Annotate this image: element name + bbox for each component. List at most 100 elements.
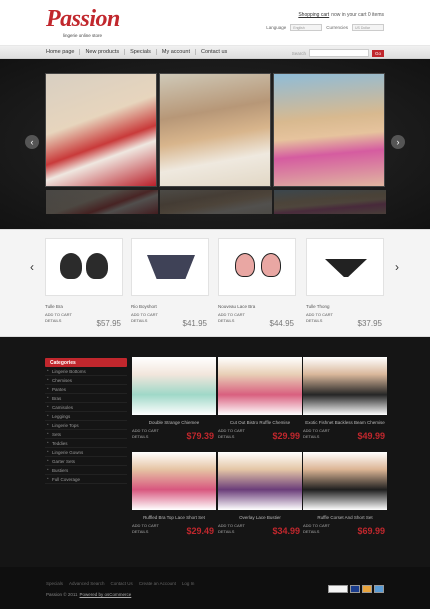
slide-image[interactable] xyxy=(45,73,158,214)
copyright-text: Passion © 2011 xyxy=(46,592,78,597)
grid-product-image[interactable] xyxy=(132,357,216,415)
product-price: $57.95 xyxy=(96,319,121,328)
product-name[interactable]: Rio Boyshort xyxy=(131,304,209,309)
hero-slider: ‹ › xyxy=(0,59,430,229)
category-item[interactable]: Garter Sets xyxy=(45,457,127,466)
slide-reflection xyxy=(46,190,158,214)
nav-item-my-account[interactable]: My account xyxy=(157,49,196,55)
product-image[interactable] xyxy=(306,238,384,296)
footer-link-create-account[interactable]: Create an Account xyxy=(139,581,176,586)
cart-status: Shopping cart now in your cart 0 items xyxy=(298,12,384,18)
category-item[interactable]: Sets xyxy=(45,430,127,439)
mastercard-icon xyxy=(362,585,372,593)
grid-product-card: Exotic Fishnet Backless Beam Chemise ADD… xyxy=(303,357,387,441)
carousel-prev-icon[interactable]: ‹ xyxy=(30,260,34,274)
grid-product-card: Ruffled Bra Top Lace Short Set ADD TO CA… xyxy=(132,452,216,536)
footer-link-specials[interactable]: Specials xyxy=(46,581,63,586)
grid-product-name[interactable]: Ruffled Bra Top Lace Short Set xyxy=(132,515,216,520)
category-item[interactable]: Full Coverage xyxy=(45,475,127,484)
search-bar: Search Go xyxy=(292,49,384,57)
nav-item-contact-us[interactable]: Contact us xyxy=(196,49,232,55)
product-price: $44.95 xyxy=(269,319,294,328)
product-price: $37.95 xyxy=(357,319,382,328)
cart-status-text: now in your cart 0 items xyxy=(331,12,384,18)
grid-product-name[interactable]: Ruffle Corset And Short Set xyxy=(303,515,387,520)
slide-reflection xyxy=(160,190,272,214)
currency-select[interactable]: US Dollar xyxy=(352,24,384,31)
nav-item-new-products[interactable]: New products xyxy=(80,49,126,55)
copyright: Passion © 2011 Powered by osCommerce xyxy=(46,592,131,597)
chevron-left-icon[interactable]: ‹ xyxy=(25,135,39,149)
carousel-next-icon[interactable]: › xyxy=(395,260,399,274)
category-item[interactable]: Lingerie Tops xyxy=(45,421,127,430)
product-card: Nouveau Lace Bra ADD TO CART DETAILS $44… xyxy=(218,238,296,328)
footer-link-log-in[interactable]: Log In xyxy=(182,581,195,586)
bra-cup-shape xyxy=(86,253,108,279)
grid-product-price: $49.99 xyxy=(357,431,385,441)
footer-link-contact-us[interactable]: Contact Us xyxy=(111,581,133,586)
visa-icon xyxy=(350,585,360,593)
grid-product-name[interactable]: Double Strange Chiemee xyxy=(132,420,216,425)
bra-cup-shape xyxy=(60,253,82,279)
category-item[interactable]: Bustiers xyxy=(45,466,127,475)
grid-product-image[interactable] xyxy=(303,452,387,510)
thong-shape xyxy=(325,259,367,277)
product-name[interactable]: Tulle Thong xyxy=(306,304,384,309)
logo[interactable]: Passion xyxy=(46,6,120,33)
grid-product-image[interactable] xyxy=(303,357,387,415)
header: Passion lingerie online store Shopping c… xyxy=(0,0,430,45)
grid-product-card: Ruffle Corset And Short Set ADD TO CART … xyxy=(303,452,387,536)
category-item[interactable]: Teddies xyxy=(45,439,127,448)
search-label: Search xyxy=(291,50,306,56)
categories-heading: Categories xyxy=(45,358,127,367)
grid-product-name[interactable]: Exotic Fishnet Backless Beam Chemise xyxy=(303,420,387,425)
product-card: Tulle Thong ADD TO CART DETAILS $37.95 xyxy=(306,238,384,328)
product-name[interactable]: Nouveau Lace Bra xyxy=(218,304,296,309)
grid-product-price: $29.49 xyxy=(186,526,214,536)
grid-product-card: Cut Out Bistro Ruffle Chemise ADD TO CAR… xyxy=(218,357,302,441)
product-card: Rio Boyshort ADD TO CART DETAILS $41.95 xyxy=(131,238,209,328)
grid-product-name[interactable]: Overlay Lace Bustier xyxy=(218,515,302,520)
slide-image[interactable] xyxy=(159,73,272,214)
footer-links: Specials Advanced Search Contact Us Crea… xyxy=(46,581,194,586)
bra-cup-shape xyxy=(261,253,281,277)
nav-items: Home page New products Specials My accou… xyxy=(46,49,232,55)
grid-product-price: $69.99 xyxy=(357,526,385,536)
paypal-icon xyxy=(328,585,348,593)
preferences: Language English Currencies US Dollar xyxy=(266,24,384,31)
main-nav: Home page New products Specials My accou… xyxy=(0,45,430,59)
grid-product-price: $29.99 xyxy=(272,431,300,441)
search-input[interactable] xyxy=(308,49,369,57)
footer: Specials Advanced Search Contact Us Crea… xyxy=(0,567,430,609)
nav-item-specials[interactable]: Specials xyxy=(125,49,157,55)
grid-product-image[interactable] xyxy=(218,357,302,415)
currencies-label: Currencies xyxy=(326,25,348,30)
shopping-cart-link[interactable]: Shopping cart xyxy=(298,12,329,18)
bra-cup-shape xyxy=(235,253,255,277)
category-item[interactable]: Camisoles xyxy=(45,403,127,412)
language-select[interactable]: English xyxy=(290,24,323,31)
category-item[interactable]: Pantes xyxy=(45,385,127,394)
grid-product-name[interactable]: Cut Out Bistro Ruffle Chemise xyxy=(218,420,302,425)
product-name[interactable]: Tulle Bra xyxy=(45,304,123,309)
category-item[interactable]: Leggings xyxy=(45,412,127,421)
grid-product-image[interactable] xyxy=(132,452,216,510)
category-item[interactable]: Lingerie Bottoms xyxy=(45,367,127,376)
product-image[interactable] xyxy=(131,238,209,296)
powered-by-link[interactable]: Powered by osCommerce xyxy=(80,592,132,597)
grid-product-image[interactable] xyxy=(218,452,302,510)
grid-product-card: Double Strange Chiemee ADD TO CART DETAI… xyxy=(132,357,216,441)
slide-image[interactable] xyxy=(273,73,386,214)
chevron-right-icon[interactable]: › xyxy=(391,135,405,149)
product-image[interactable] xyxy=(218,238,296,296)
slide-reflection xyxy=(274,190,386,214)
grid-product-price: $79.39 xyxy=(186,431,214,441)
category-item[interactable]: Bras xyxy=(45,394,127,403)
grid-product-price: $34.99 xyxy=(272,526,300,536)
search-go-button[interactable]: Go xyxy=(371,49,384,57)
nav-item-home[interactable]: Home page xyxy=(46,49,81,55)
category-item[interactable]: Chemises xyxy=(45,376,127,385)
footer-link-advanced-search[interactable]: Advanced Search xyxy=(69,581,105,586)
product-image[interactable] xyxy=(45,238,123,296)
category-item[interactable]: Lingerie Gowns xyxy=(45,448,127,457)
